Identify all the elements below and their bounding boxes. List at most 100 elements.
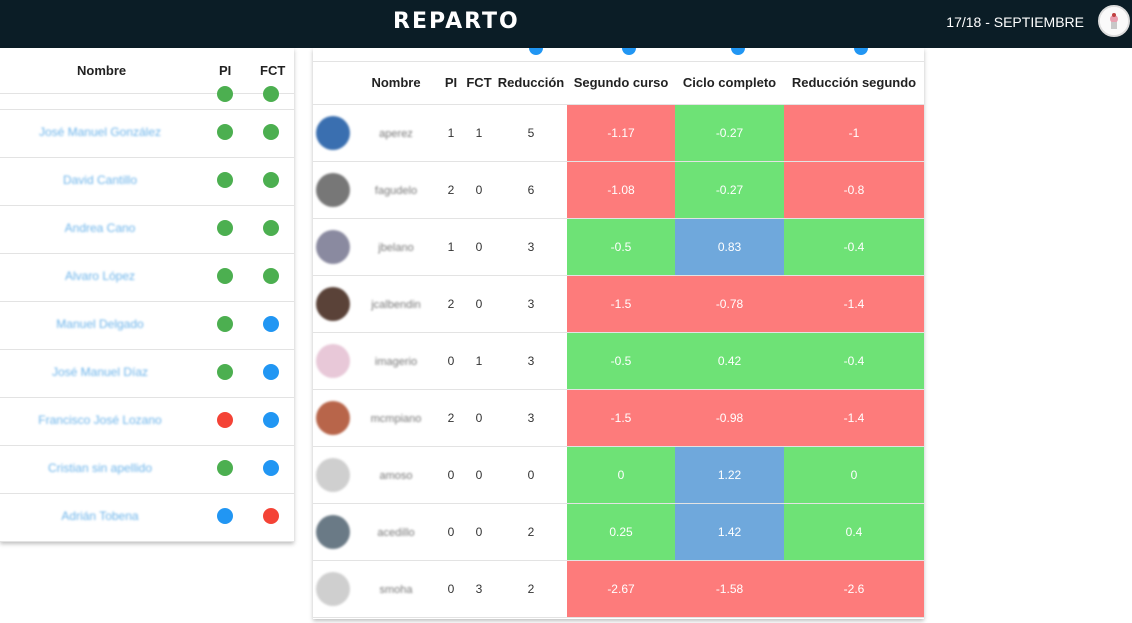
username[interactable]: smoha	[379, 584, 412, 596]
second-reduction-cell: -0.4	[784, 332, 924, 390]
username-cell: fagudelo	[353, 161, 439, 219]
partial-row	[0, 86, 294, 110]
username-cell: acedillo	[353, 503, 439, 561]
avatar	[316, 229, 350, 264]
username[interactable]: mcmpiano	[371, 413, 422, 425]
fct-cell: 3	[463, 560, 495, 618]
table-row[interactable]: Manuel Delgado	[0, 302, 294, 350]
table-row[interactable]: jcalbendin 2 0 3 -1.5 -0.78 -1.4	[313, 275, 924, 333]
pi-status-dot[interactable]	[217, 124, 233, 140]
column-header-reduccion-segundo[interactable]: Reducción segundo	[784, 62, 924, 105]
pi-cell: 0	[439, 446, 463, 504]
table-row[interactable]: acedillo 0 0 2 0.25 1.42 0.4	[313, 503, 924, 561]
table-row[interactable]: Cristian sin apellido	[0, 446, 294, 494]
column-header-fct[interactable]: FCT	[260, 63, 285, 78]
full-cycle-cell: -0.27	[675, 161, 784, 219]
table-row[interactable]: amoso 0 0 0 0 1.22 0	[313, 446, 924, 504]
username[interactable]: acedillo	[377, 527, 414, 539]
username[interactable]: amoso	[379, 470, 412, 482]
fct-cell: 0	[463, 275, 495, 333]
username-cell: mcmpiano	[353, 389, 439, 447]
fct-status-dot[interactable]	[263, 268, 279, 284]
username-cell: jbelano	[353, 218, 439, 276]
table-row[interactable]: Adrián Tobena	[0, 494, 294, 542]
fct-status-dot[interactable]	[263, 412, 279, 428]
left-table-body: José Manuel González David Cantillo Andrea…	[0, 110, 294, 542]
username-cell: smoha	[353, 560, 439, 618]
pi-status-dot[interactable]	[217, 508, 233, 524]
fct-cell: 0	[463, 446, 495, 504]
pi-status-dot[interactable]	[217, 172, 233, 188]
table-row[interactable]: fagudelo 2 0 6 -1.08 -0.27 -0.8	[313, 161, 924, 219]
username[interactable]: fagudelo	[375, 185, 417, 197]
username[interactable]: jbelano	[378, 242, 413, 254]
fct-status-dot[interactable]	[263, 172, 279, 188]
table-row[interactable]: Alvaro López	[0, 254, 294, 302]
table-row[interactable]: aperez 1 1 5 -1.17 -0.27 -1	[313, 104, 924, 162]
table-row[interactable]: imagerio 0 1 3 -0.5 0.42 -0.4	[313, 332, 924, 390]
column-header-nombre[interactable]: Nombre	[77, 63, 126, 78]
fct-status-dot[interactable]	[263, 364, 279, 380]
pi-status-dot[interactable]	[217, 268, 233, 284]
status-dot	[854, 48, 868, 55]
username[interactable]: jcalbendin	[371, 299, 421, 311]
username[interactable]: imagerio	[375, 356, 417, 368]
app-brand[interactable]: REPARTO	[393, 9, 520, 34]
period-label[interactable]: 17/18 - SEPTIEMBRE	[946, 14, 1084, 30]
teacher-name[interactable]: Andrea Cano	[0, 221, 200, 235]
fct-status-dot[interactable]	[263, 124, 279, 140]
column-header-fct[interactable]: FCT	[463, 62, 495, 105]
second-reduction-cell: 0	[784, 446, 924, 504]
pi-status-dot[interactable]	[217, 364, 233, 380]
avatar-cell	[313, 560, 353, 618]
fct-status-dot[interactable]	[263, 316, 279, 332]
teacher-name[interactable]: David Cantillo	[0, 173, 200, 187]
teacher-name[interactable]: Alvaro López	[0, 269, 200, 283]
pi-cell: 0	[439, 560, 463, 618]
full-cycle-cell: 1.42	[675, 503, 784, 561]
fct-status-dot[interactable]	[263, 460, 279, 476]
username[interactable]: aperez	[379, 128, 413, 140]
table-row[interactable]: José Manuel Díaz	[0, 350, 294, 398]
column-header-nombre[interactable]: Nombre	[353, 62, 439, 105]
table-header-row: Nombre PI FCT Reducción Segundo curso Ci…	[313, 62, 924, 105]
pi-status-dot[interactable]	[217, 220, 233, 236]
teacher-name[interactable]: José Manuel Díaz	[0, 365, 200, 379]
second-course-cell: -1.17	[567, 104, 675, 162]
table-row[interactable]: Francisco José Lozano	[0, 398, 294, 446]
column-header-segundo-curso[interactable]: Segundo curso	[567, 62, 675, 105]
table-row[interactable]: jbelano 1 0 3 -0.5 0.83 -0.4	[313, 218, 924, 276]
table-row[interactable]: smoha 0 3 2 -2.67 -1.58 -2.6	[313, 560, 924, 618]
pi-status-dot[interactable]	[217, 412, 233, 428]
reduction-cell: 3	[495, 275, 567, 333]
table-row[interactable]: David Cantillo	[0, 158, 294, 206]
teacher-name[interactable]: Adrián Tobena	[0, 509, 200, 523]
column-header-reduccion[interactable]: Reducción	[495, 62, 567, 105]
teacher-name[interactable]: Manuel Delgado	[0, 317, 200, 331]
fct-status-dot[interactable]	[263, 220, 279, 236]
pi-status-dot[interactable]	[217, 316, 233, 332]
table-row[interactable]: José Manuel González	[0, 110, 294, 158]
second-course-cell: -0.5	[567, 218, 675, 276]
fct-cell: 0	[463, 503, 495, 561]
pi-status-dot[interactable]	[217, 460, 233, 476]
full-cycle-cell: -0.78	[675, 275, 784, 333]
teacher-name[interactable]: Francisco José Lozano	[0, 413, 200, 427]
avatar	[316, 457, 350, 492]
table-row[interactable]: mcmpiano 2 0 3 -1.5 -0.98 -1.4	[313, 389, 924, 447]
avatar	[316, 514, 350, 549]
second-reduction-cell: -2.6	[784, 560, 924, 618]
column-header-pi[interactable]: PI	[219, 63, 231, 78]
full-cycle-cell: -0.98	[675, 389, 784, 447]
teacher-name[interactable]: José Manuel González	[0, 125, 200, 139]
pi-cell: 2	[439, 275, 463, 333]
pi-cell: 0	[439, 332, 463, 390]
teacher-name[interactable]: Cristian sin apellido	[0, 461, 200, 475]
fct-status-dot[interactable]	[263, 508, 279, 524]
avatar-cell	[313, 161, 353, 219]
column-header-ciclo-completo[interactable]: Ciclo completo	[675, 62, 784, 105]
table-row[interactable]: Andrea Cano	[0, 206, 294, 254]
column-header-pi[interactable]: PI	[439, 62, 463, 105]
reduction-cell: 3	[495, 218, 567, 276]
user-avatar[interactable]	[1098, 5, 1130, 37]
